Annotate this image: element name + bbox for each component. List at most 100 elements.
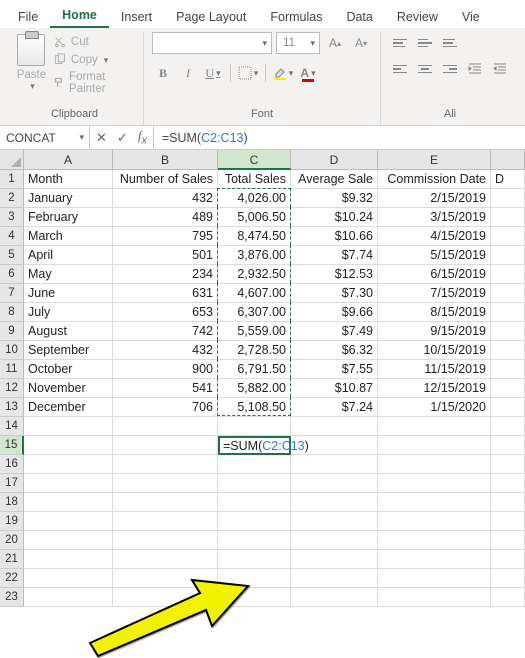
cell[interactable]: 234	[113, 265, 218, 284]
cell[interactable]: November	[24, 379, 113, 398]
cell[interactable]	[378, 493, 491, 512]
cell[interactable]: 653	[113, 303, 218, 322]
cell[interactable]: 900	[113, 360, 218, 379]
row-header[interactable]: 12	[0, 379, 24, 398]
decrease-font-icon[interactable]: A▾	[350, 32, 372, 54]
tab-data[interactable]: Data	[334, 4, 384, 28]
cell[interactable]	[218, 455, 291, 474]
cell[interactable]	[378, 588, 491, 607]
cell[interactable]	[24, 417, 113, 436]
cell[interactable]	[218, 417, 291, 436]
tab-review[interactable]: Review	[385, 4, 450, 28]
cell[interactable]: April	[24, 246, 113, 265]
cell[interactable]: February	[24, 208, 113, 227]
cell[interactable]: 631	[113, 284, 218, 303]
cell[interactable]: 2,932.50	[218, 265, 291, 284]
cell[interactable]: 1/15/2020	[378, 398, 491, 417]
row-header[interactable]: 3	[0, 208, 24, 227]
increase-font-icon[interactable]: A▴	[324, 32, 346, 54]
row-header[interactable]: 6	[0, 265, 24, 284]
col-header-E[interactable]: E	[378, 150, 491, 170]
cell[interactable]: October	[24, 360, 113, 379]
cell[interactable]: $7.30	[291, 284, 378, 303]
cell[interactable]: $7.74	[291, 246, 378, 265]
bold-button[interactable]: B	[152, 62, 174, 84]
row-header[interactable]: 11	[0, 360, 24, 379]
row-header[interactable]: 18	[0, 493, 24, 512]
tab-home[interactable]: Home	[50, 2, 109, 28]
row-header[interactable]: 8	[0, 303, 24, 322]
tab-view[interactable]: Vie	[450, 4, 492, 28]
tab-page-layout[interactable]: Page Layout	[164, 4, 258, 28]
paste-button[interactable]: Paste ▾	[14, 32, 49, 106]
cell[interactable]: $6.32	[291, 341, 378, 360]
cell[interactable]	[491, 246, 525, 265]
cell[interactable]	[218, 569, 291, 588]
col-header-C[interactable]: C	[218, 150, 291, 170]
cell[interactable]	[491, 569, 525, 588]
italic-button[interactable]: I	[177, 62, 199, 84]
cell[interactable]: 5,006.50	[218, 208, 291, 227]
align-center-button[interactable]	[414, 58, 436, 80]
row-header[interactable]: 2	[0, 189, 24, 208]
cell[interactable]	[218, 531, 291, 550]
cell[interactable]: July	[24, 303, 113, 322]
cell[interactable]	[24, 512, 113, 531]
cell[interactable]	[24, 550, 113, 569]
cell[interactable]	[291, 531, 378, 550]
cell[interactable]	[491, 512, 525, 531]
fill-color-button[interactable]: ▾	[272, 62, 294, 84]
cell[interactable]: Total Sales	[218, 170, 291, 189]
cell[interactable]: 5,559.00	[218, 322, 291, 341]
cell[interactable]	[113, 512, 218, 531]
align-right-button[interactable]	[439, 58, 461, 80]
cell[interactable]	[113, 436, 218, 455]
cell[interactable]	[491, 322, 525, 341]
cell[interactable]	[491, 227, 525, 246]
cell[interactable]	[491, 208, 525, 227]
cell[interactable]: January	[24, 189, 113, 208]
cell[interactable]: 3,876.00	[218, 246, 291, 265]
underline-button[interactable]: U▾	[202, 62, 224, 84]
cell[interactable]	[378, 455, 491, 474]
cell[interactable]: 432	[113, 341, 218, 360]
cell[interactable]: $10.87	[291, 379, 378, 398]
tab-formulas[interactable]: Formulas	[258, 4, 334, 28]
formula-input[interactable]: =SUM(C2:C13)	[154, 126, 525, 149]
font-color-button[interactable]: A▾	[297, 62, 319, 84]
cell[interactable]: June	[24, 284, 113, 303]
col-header-D[interactable]: D	[291, 150, 378, 170]
increase-indent-button[interactable]	[489, 58, 511, 80]
cell[interactable]	[491, 474, 525, 493]
decrease-indent-button[interactable]	[464, 58, 486, 80]
row-header[interactable]: 7	[0, 284, 24, 303]
cell[interactable]: 501	[113, 246, 218, 265]
cell[interactable]	[491, 588, 525, 607]
cell[interactable]: 795	[113, 227, 218, 246]
cell[interactable]	[24, 588, 113, 607]
cell[interactable]	[218, 550, 291, 569]
cell[interactable]	[491, 398, 525, 417]
row-header[interactable]: 1	[0, 170, 24, 189]
cell[interactable]	[113, 417, 218, 436]
row-header[interactable]: 22	[0, 569, 24, 588]
align-bottom-button[interactable]	[439, 32, 461, 54]
row-header[interactable]: 15	[0, 436, 24, 455]
cell[interactable]: $9.66	[291, 303, 378, 322]
cell[interactable]: 2,728.50	[218, 341, 291, 360]
row-header[interactable]: 4	[0, 227, 24, 246]
cell[interactable]: 4/15/2019	[378, 227, 491, 246]
borders-button[interactable]: ▾	[237, 62, 259, 84]
cell[interactable]: 541	[113, 379, 218, 398]
row-header[interactable]: 5	[0, 246, 24, 265]
tab-file[interactable]: File	[6, 4, 50, 28]
cell[interactable]	[491, 189, 525, 208]
cell[interactable]: 432	[113, 189, 218, 208]
cell[interactable]	[24, 569, 113, 588]
col-header-B[interactable]: B	[113, 150, 218, 170]
cell[interactable]: Commission Date	[378, 170, 491, 189]
cell[interactable]	[24, 474, 113, 493]
cell[interactable]	[378, 569, 491, 588]
align-left-button[interactable]	[389, 58, 411, 80]
cell[interactable]	[378, 550, 491, 569]
